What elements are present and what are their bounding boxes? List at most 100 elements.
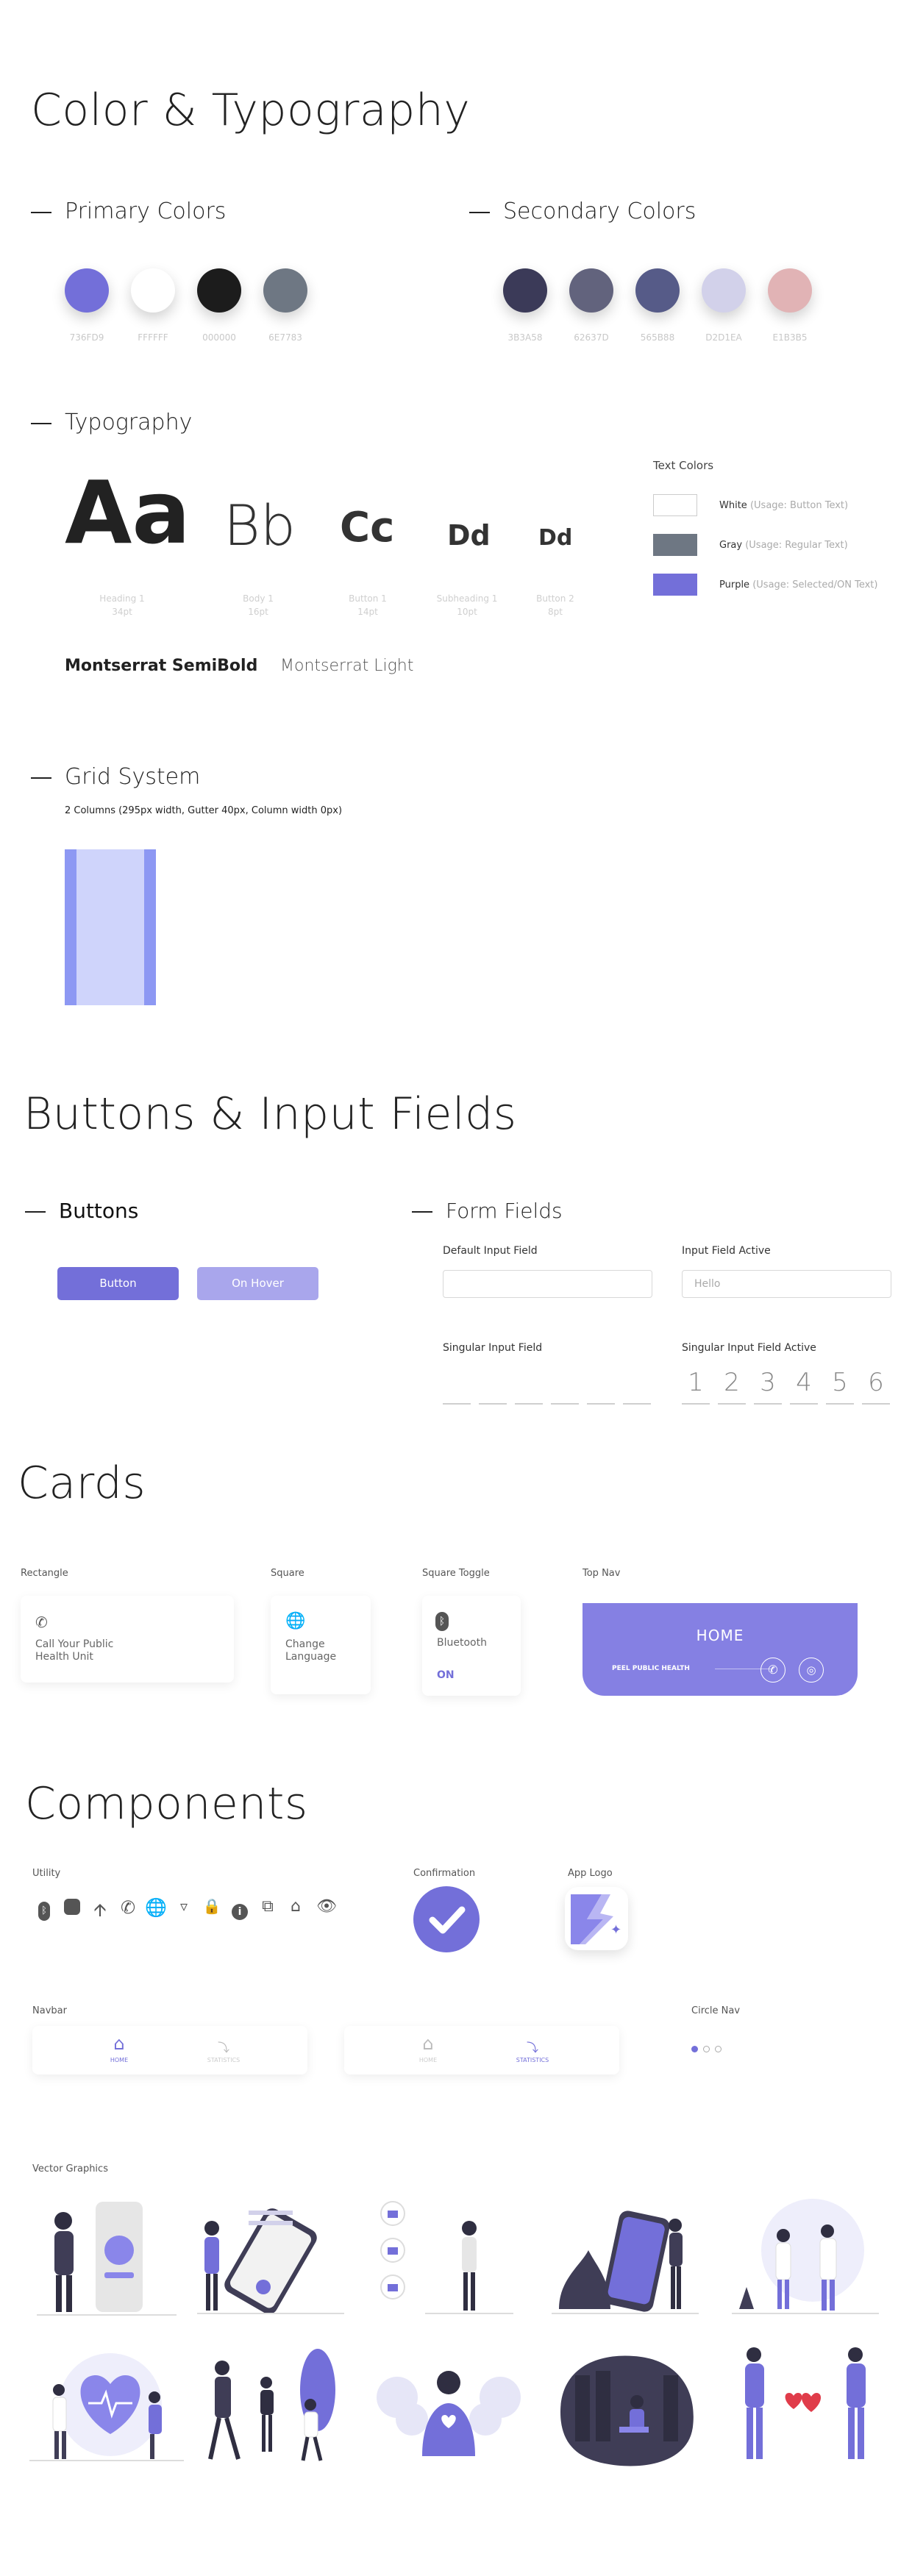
bluetooth-icon[interactable]: ᛒ [32, 1897, 56, 1921]
type-caption-size: 16pt [248, 607, 268, 617]
text-color-swatch-purple [653, 574, 697, 596]
lock-icon[interactable]: 🔒 [200, 1897, 224, 1915]
digit[interactable]: 2 [718, 1368, 746, 1397]
singular-input-slot [682, 1403, 710, 1405]
section-typography: Typography [31, 410, 192, 435]
primary-button[interactable]: Button [57, 1267, 179, 1300]
text-color-row: White (Usage: Button Text) [719, 500, 848, 511]
nav-stats-label[interactable]: STATISTICS [202, 2057, 246, 2063]
text-color-usage: (Usage: Selected/ON Text) [752, 579, 878, 591]
active-input-label: Input Field Active [682, 1245, 771, 1257]
swatch-secondary-3 [635, 268, 680, 313]
components-utility-label: Utility [32, 1868, 61, 1879]
illustration-heart-hands [375, 2346, 522, 2471]
singular-active-group: 1 2 3 4 5 6 [682, 1368, 895, 1405]
card-text-line: Call Your Public [35, 1638, 114, 1650]
home-icon[interactable]: ⌂ [104, 2033, 134, 2054]
singular-input-slot[interactable] [551, 1403, 579, 1405]
arrow-up-icon[interactable]: 🡩 [88, 1897, 112, 1927]
info-icon[interactable]: i [228, 1899, 252, 1920]
circle-nav-dot-active[interactable] [691, 2046, 698, 2052]
digit[interactable]: 1 [682, 1368, 710, 1397]
text-color-name: White [719, 500, 747, 511]
singular-input-slot [790, 1403, 818, 1405]
statistics-icon[interactable]: ⤵ [202, 2038, 246, 2055]
nav-home-label[interactable]: HOME [104, 2057, 134, 2063]
navbar-variant-stats: ⌂ HOME ⤵ STATISTICS [344, 2026, 619, 2074]
singular-input-slot[interactable] [443, 1403, 471, 1405]
default-input-field[interactable] [443, 1270, 652, 1298]
home-icon[interactable]: ⌂ [284, 1897, 307, 1916]
singular-input-group [443, 1368, 652, 1405]
chat-icon[interactable] [60, 1899, 84, 1919]
digit[interactable]: 3 [754, 1368, 782, 1397]
page-title-buttons-inputs: Buttons & Input Fields [24, 1088, 517, 1140]
type-sample-subheading: Dd [447, 519, 491, 552]
circle-nav-dot[interactable] [703, 2046, 710, 2052]
filter-icon[interactable]: ▿ [172, 1897, 196, 1915]
font-semibold-name: Montserrat SemiBold [65, 657, 258, 675]
nav-stats-label[interactable]: STATISTICS [510, 2057, 555, 2063]
card-label-square: Square [271, 1568, 304, 1579]
swatch-secondary-4 [702, 268, 746, 313]
card-text: Bluetooth [437, 1637, 487, 1649]
singular-input-slot[interactable] [479, 1403, 507, 1405]
section-dash [31, 422, 51, 424]
square-card[interactable]: 🌐 Change Language [271, 1596, 371, 1694]
digit[interactable]: 6 [862, 1368, 890, 1397]
hex-label: 62637D [574, 332, 609, 343]
type-caption-size: 10pt [457, 607, 477, 617]
type-caption: Subheading 1 10pt [427, 592, 507, 618]
swatch-primary-1 [65, 268, 109, 313]
section-title: Secondary Colors [503, 199, 697, 224]
type-sample-heading: Aa [65, 462, 190, 563]
rectangle-card[interactable]: ✆ Call Your Public Health Unit [21, 1596, 234, 1683]
grid-column [65, 849, 76, 1005]
globe-icon[interactable]: ◎ [799, 1658, 824, 1683]
phone-icon[interactable]: ✆ [760, 1658, 785, 1683]
app-logo-icon: ✦ [565, 1887, 628, 1950]
singular-input-slot [826, 1403, 854, 1405]
phone-icon[interactable]: ✆ [116, 1897, 140, 1918]
digit[interactable]: 5 [826, 1368, 854, 1397]
share-icon[interactable]: ⧉ [256, 1897, 279, 1916]
top-nav-card: HOME PEEL PUBLIC HEALTH ✆ ◎ [583, 1603, 858, 1696]
eye-icon[interactable]: 👁 [315, 1897, 338, 1916]
top-nav-subtitle: PEEL PUBLIC HEALTH [612, 1665, 690, 1672]
globe-icon[interactable]: 🌐 [144, 1897, 168, 1918]
hex-label: 3B3A58 [507, 332, 543, 343]
illustration-doctors [732, 2199, 879, 2324]
circle-nav-dot[interactable] [715, 2046, 722, 2052]
section-dash [31, 211, 51, 213]
card-text-line: Health Unit [35, 1651, 93, 1663]
toggle-state[interactable]: ON [437, 1669, 455, 1681]
section-title: Form Fields [446, 1199, 563, 1223]
statistics-icon[interactable]: ⤵ [510, 2038, 555, 2055]
hover-button[interactable]: On Hover [197, 1267, 318, 1300]
digit[interactable]: 4 [790, 1368, 818, 1397]
active-input-field[interactable]: Hello [682, 1270, 891, 1298]
illustration-phone-check [552, 2199, 699, 2324]
singular-input-slot[interactable] [623, 1403, 651, 1405]
home-icon[interactable]: ⌂ [413, 2033, 443, 2054]
singular-input-label: Singular Input Field [443, 1342, 543, 1354]
section-title: Buttons [59, 1199, 139, 1223]
swatch-secondary-1 [503, 268, 547, 313]
type-sample-body: Bb [224, 493, 296, 558]
swatch-secondary-2 [569, 268, 613, 313]
square-toggle-card[interactable]: ᛒ Bluetooth ON [422, 1596, 521, 1696]
type-caption-name: Button 2 [536, 593, 574, 604]
type-sample-button: Cc [340, 504, 395, 552]
default-input-label: Default Input Field [443, 1245, 538, 1257]
nav-home-label[interactable]: HOME [413, 2057, 443, 2063]
type-caption: Button 1 14pt [327, 592, 408, 618]
svg-text:✦: ✦ [610, 1922, 621, 1938]
text-color-row: Purple (Usage: Selected/ON Text) [719, 579, 877, 591]
singular-input-slot[interactable] [515, 1403, 543, 1405]
swatch-primary-4 [263, 268, 307, 313]
type-caption-size: 8pt [548, 607, 563, 617]
text-color-usage: (Usage: Button Text) [749, 500, 849, 511]
card-text-line: Change [285, 1638, 325, 1650]
singular-input-slot[interactable] [587, 1403, 615, 1405]
type-caption-name: Button 1 [349, 593, 387, 604]
